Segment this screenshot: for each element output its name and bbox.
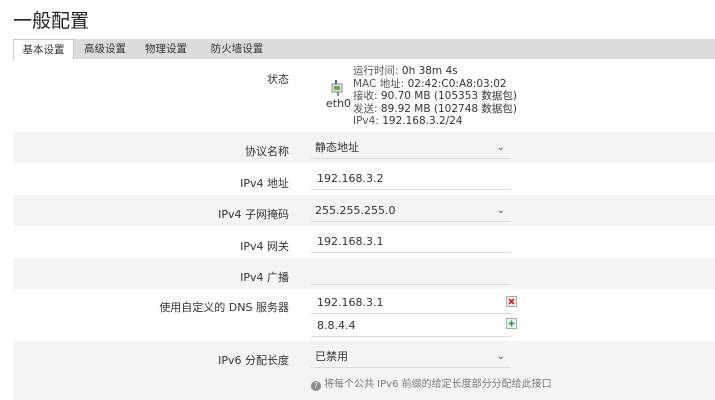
ipv4-netmask-value: 255.255.255.0 xyxy=(315,204,396,217)
ipv4-address-label: IPv4 地址 xyxy=(240,177,289,190)
help-icon: ? xyxy=(311,381,321,391)
remove-icon[interactable] xyxy=(506,296,517,307)
protocol-value: 静态地址 xyxy=(315,141,359,154)
ipv6-assign-value: 已禁用 xyxy=(315,350,348,363)
ipv4-gateway-label: IPv4 网关 xyxy=(240,240,289,253)
ipv4-broadcast-row: IPv4 广播 xyxy=(13,258,715,289)
uptime-value: 0h 38m 4s xyxy=(401,65,458,77)
ipv4-netmask-select[interactable]: 255.255.255.0 ⌄ xyxy=(311,200,511,222)
dns-label: 使用自定义的 DNS 服务器 xyxy=(159,301,289,314)
mac-value: 02:42:C0:A8:03:02 xyxy=(407,77,507,90)
ipv6-assign-row: IPv6 分配长度 已禁用 ⌄ ? 将每个公共 IPv6 前缀的给定长度部分分配给… xyxy=(13,341,715,400)
dns-server-input-1[interactable]: 192.168.3.1 xyxy=(311,292,511,314)
ethernet-port-icon xyxy=(331,80,343,96)
tab-physical-settings[interactable]: 物理设置 xyxy=(140,39,192,59)
protocol-label: 协议名称 xyxy=(245,145,289,158)
ipv4-broadcast-label: IPv4 广播 xyxy=(240,271,289,284)
tab-basic-settings[interactable]: 基本设置 xyxy=(13,39,74,60)
chevron-down-icon: ⌄ xyxy=(496,351,505,362)
rx-value: 90.70 MB (105353 数据包) xyxy=(380,90,518,102)
uptime-label: 运行时间: xyxy=(353,65,399,77)
ipv4-netmask-row: IPv4 子网掩码 255.255.255.0 ⌄ xyxy=(13,195,715,226)
tx-label: 发送: xyxy=(353,102,378,115)
ipv6-assign-label: IPv6 分配长度 xyxy=(218,354,289,367)
ipv6-assign-select[interactable]: 已禁用 ⌄ xyxy=(311,346,511,368)
add-icon[interactable] xyxy=(506,318,517,329)
ipv4-gateway-row: IPv4 网关 192.168.3.1 xyxy=(13,226,715,258)
dns-server-input-2[interactable]: 8.8.4.4 xyxy=(311,315,511,337)
ipv6-assign-hint: ? 将每个公共 IPv6 前缀的给定长度部分分配给此接口 xyxy=(311,375,552,391)
ipv6-assign-hint-text: 将每个公共 IPv6 前缀的给定长度部分分配给此接口 xyxy=(324,379,552,390)
tx-value: 89.92 MB (102748 数据包) xyxy=(380,102,518,115)
ipv4-netmask-label: IPv4 子网掩码 xyxy=(218,208,289,221)
mac-label: MAC 地址: xyxy=(353,77,405,90)
dns-row: 使用自定义的 DNS 服务器 192.168.3.1 8.8.4.4 xyxy=(13,289,715,341)
ipv4-address-input[interactable]: 192.168.3.2 xyxy=(311,168,511,190)
status-label: 状态 xyxy=(267,73,289,86)
tab-advanced-settings[interactable]: 高级设置 xyxy=(79,39,131,59)
protocol-select[interactable]: 静态地址 ⌄ xyxy=(311,137,511,159)
tab-firewall-settings[interactable]: 防火墙设置 xyxy=(204,39,270,59)
status-row: 状态 eth0 运行时间: 0h 38m 4s MAC 地址: 02:42:C0… xyxy=(13,59,715,132)
rx-label: 接收: xyxy=(353,90,378,102)
ipv4-address-row: IPv4 地址 192.168.3.2 xyxy=(13,163,715,195)
ipv4-broadcast-input[interactable] xyxy=(311,263,511,285)
status-interface-name: eth0 xyxy=(326,97,352,110)
chevron-down-icon: ⌄ xyxy=(496,142,505,153)
status-details: 运行时间: 0h 38m 4s MAC 地址: 02:42:C0:A8:03:0… xyxy=(353,65,517,128)
tab-bar: 基本设置 高级设置 物理设置 防火墙设置 xyxy=(13,39,715,60)
protocol-row: 协议名称 静态地址 ⌄ xyxy=(13,132,715,163)
general-config-panel: 状态 eth0 运行时间: 0h 38m 4s MAC 地址: 02:42:C0… xyxy=(13,59,715,400)
ipv4-status-value: 192.168.3.2/24 xyxy=(382,115,463,127)
page-title: 一般配置 xyxy=(13,10,90,32)
ipv4-status-label: IPv4: xyxy=(353,115,379,127)
ipv4-gateway-input[interactable]: 192.168.3.1 xyxy=(311,231,511,253)
chevron-down-icon: ⌄ xyxy=(496,205,505,216)
